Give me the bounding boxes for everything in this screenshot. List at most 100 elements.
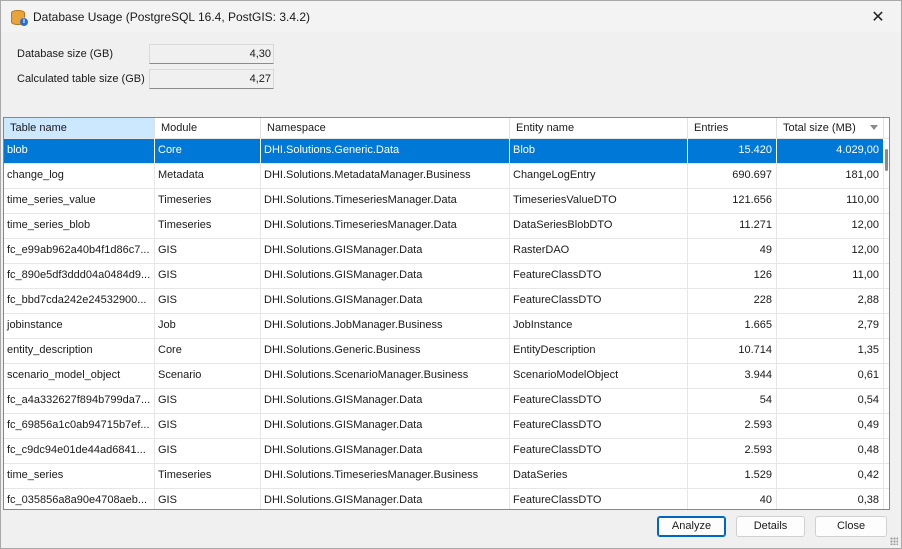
- cell-entries: 49: [688, 239, 777, 263]
- table-row[interactable]: fc_69856a1c0ab94715b7ef... GIS DHI.Solutio…: [4, 414, 889, 439]
- cell-entity-name: RasterDAO: [510, 239, 688, 263]
- calculated-size-row: Calculated table size (GB) 4,27: [17, 69, 274, 89]
- cell-entries: 3.944: [688, 364, 777, 388]
- cell-table-name: fc_69856a1c0ab94715b7ef...: [4, 414, 155, 438]
- cell-table-name: fc_890e5df3ddd04a0484d9...: [4, 264, 155, 288]
- table-row[interactable]: entity_description Core DHI.Solutions.Gene…: [4, 339, 889, 364]
- table-row[interactable]: fc_890e5df3ddd04a0484d9... GIS DHI.Solutio…: [4, 264, 889, 289]
- calculated-size-value: 4,27: [149, 69, 274, 89]
- cell-module: GIS: [155, 389, 261, 413]
- table-row[interactable]: scenario_model_object Scenario DHI.Solutio…: [4, 364, 889, 389]
- cell-module: GIS: [155, 239, 261, 263]
- cell-entries: 690.697: [688, 164, 777, 188]
- cell-table-name: fc_bbd7cda242e24532900...: [4, 289, 155, 313]
- cell-namespace: DHI.Solutions.GISManager.Data: [261, 264, 510, 288]
- cell-module: Scenario: [155, 364, 261, 388]
- table-row[interactable]: blob Core DHI.Solutions.Generic.Data Blob 15…: [4, 139, 889, 164]
- cell-entries: 126: [688, 264, 777, 288]
- cell-entity-name: EntityDescription: [510, 339, 688, 363]
- column-header-entity-name[interactable]: Entity name: [510, 118, 688, 138]
- cell-module: Timeseries: [155, 464, 261, 488]
- cell-table-name: change_log: [4, 164, 155, 188]
- database-size-label: Database size (GB): [17, 48, 113, 60]
- cell-namespace: DHI.Solutions.TimeseriesManager.Business: [261, 464, 510, 488]
- cell-namespace: DHI.Solutions.Generic.Data: [261, 139, 510, 163]
- cell-table-name: fc_a4a332627f894b799da7...: [4, 389, 155, 413]
- cell-total-size: 12,00: [777, 239, 884, 263]
- database-size-value: 4,30: [149, 44, 274, 64]
- table-row[interactable]: fc_a4a332627f894b799da7... GIS DHI.Solutio…: [4, 389, 889, 414]
- vertical-scrollbar[interactable]: [884, 139, 889, 509]
- table-row[interactable]: time_series Timeseries DHI.Solutions.Times…: [4, 464, 889, 489]
- table-row[interactable]: time_series_blob Timeseries DHI.Solutions.…: [4, 214, 889, 239]
- cell-entries: 54: [688, 389, 777, 413]
- cell-table-name: fc_e99ab962a40b4f1d86c7...: [4, 239, 155, 263]
- cell-total-size: 110,00: [777, 189, 884, 213]
- cell-entries: 228: [688, 289, 777, 313]
- cell-total-size: 4.029,00: [777, 139, 884, 163]
- cell-total-size: 0,54: [777, 389, 884, 413]
- cell-entity-name: JobInstance: [510, 314, 688, 338]
- cell-module: GIS: [155, 439, 261, 463]
- column-header-module[interactable]: Module: [155, 118, 261, 138]
- column-header-total-size[interactable]: Total size (MB): [777, 118, 884, 138]
- cell-module: Core: [155, 339, 261, 363]
- cell-total-size: 181,00: [777, 164, 884, 188]
- cell-module: Metadata: [155, 164, 261, 188]
- cell-entries: 40: [688, 489, 777, 509]
- cell-table-name: blob: [4, 139, 155, 163]
- cell-entity-name: FeatureClassDTO: [510, 489, 688, 509]
- cell-entity-name: ScenarioModelObject: [510, 364, 688, 388]
- details-button[interactable]: Details: [736, 516, 805, 537]
- close-icon[interactable]: ✕: [855, 1, 901, 32]
- cell-total-size: 12,00: [777, 214, 884, 238]
- table-row[interactable]: fc_bbd7cda242e24532900... GIS DHI.Solution…: [4, 289, 889, 314]
- cell-table-name: fc_035856a8a90e4708aeb...: [4, 489, 155, 509]
- cell-total-size: 0,61: [777, 364, 884, 388]
- cell-table-name: entity_description: [4, 339, 155, 363]
- cell-total-size: 0,48: [777, 439, 884, 463]
- cell-entries: 121.656: [688, 189, 777, 213]
- close-button[interactable]: Close: [815, 516, 887, 537]
- cell-entries: 11.271: [688, 214, 777, 238]
- cell-module: GIS: [155, 264, 261, 288]
- window-title: Database Usage (PostgreSQL 16.4, PostGIS…: [33, 9, 311, 24]
- cell-namespace: DHI.Solutions.JobManager.Business: [261, 314, 510, 338]
- cell-namespace: DHI.Solutions.GISManager.Data: [261, 389, 510, 413]
- cell-module: GIS: [155, 489, 261, 509]
- cell-total-size: 2,88: [777, 289, 884, 313]
- table-row[interactable]: jobinstance Job DHI.Solutions.JobManager.B…: [4, 314, 889, 339]
- analyze-button[interactable]: Analyze: [657, 516, 726, 537]
- cell-table-name: time_series_value: [4, 189, 155, 213]
- cell-namespace: DHI.Solutions.MetadataManager.Business: [261, 164, 510, 188]
- cell-entity-name: Blob: [510, 139, 688, 163]
- cell-table-name: fc_c9dc94e01de44ad6841...: [4, 439, 155, 463]
- column-header-entries[interactable]: Entries: [688, 118, 777, 138]
- table-usage-grid[interactable]: Table name Module Namespace Entity name …: [3, 117, 890, 510]
- cell-module: Timeseries: [155, 214, 261, 238]
- scrollbar-thumb[interactable]: [885, 149, 888, 171]
- column-header-table-name[interactable]: Table name: [4, 118, 155, 138]
- cell-entity-name: DataSeriesBlobDTO: [510, 214, 688, 238]
- cell-table-name: scenario_model_object: [4, 364, 155, 388]
- cell-entries: 15.420: [688, 139, 777, 163]
- cell-namespace: DHI.Solutions.GISManager.Data: [261, 414, 510, 438]
- database-usage-window: i Database Usage (PostgreSQL 16.4, PostG…: [0, 0, 902, 549]
- cell-entity-name: FeatureClassDTO: [510, 389, 688, 413]
- cell-table-name: time_series_blob: [4, 214, 155, 238]
- grid-body: blob Core DHI.Solutions.Generic.Data Blob 15…: [4, 139, 889, 509]
- table-row[interactable]: fc_035856a8a90e4708aeb... GIS DHI.Solution…: [4, 489, 889, 509]
- table-row[interactable]: fc_c9dc94e01de44ad6841... GIS DHI.Solution…: [4, 439, 889, 464]
- cell-namespace: DHI.Solutions.GISManager.Data: [261, 289, 510, 313]
- resize-grip[interactable]: [890, 537, 898, 545]
- cell-namespace: DHI.Solutions.ScenarioManager.Business: [261, 364, 510, 388]
- table-row[interactable]: time_series_value Timeseries DHI.Solutions…: [4, 189, 889, 214]
- title-bar: i Database Usage (PostgreSQL 16.4, PostG…: [1, 1, 901, 32]
- column-header-namespace[interactable]: Namespace: [261, 118, 510, 138]
- table-row[interactable]: change_log Metadata DHI.Solutions.Metadata…: [4, 164, 889, 189]
- table-row[interactable]: fc_e99ab962a40b4f1d86c7... GIS DHI.Solutio…: [4, 239, 889, 264]
- cell-entity-name: FeatureClassDTO: [510, 414, 688, 438]
- cell-module: GIS: [155, 289, 261, 313]
- cell-namespace: DHI.Solutions.GISManager.Data: [261, 239, 510, 263]
- cell-namespace: DHI.Solutions.GISManager.Data: [261, 439, 510, 463]
